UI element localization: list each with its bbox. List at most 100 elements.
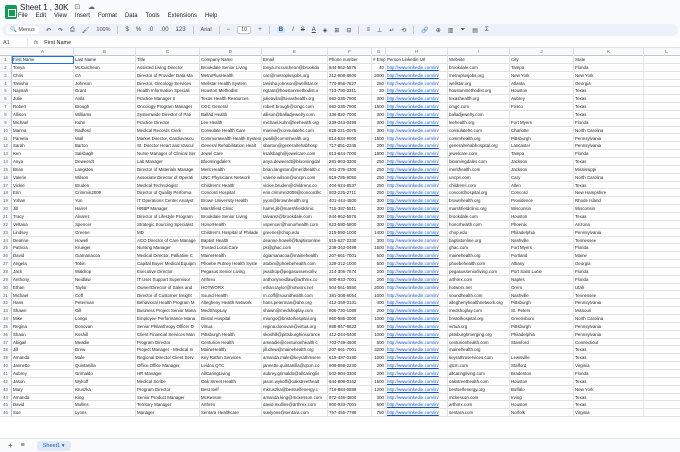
table-cell[interactable]: Director of Quality Performa: [136, 189, 200, 198]
table-cell[interactable]: Nursing Manager: [136, 244, 200, 253]
all-sheets-icon[interactable]: ≡: [21, 442, 25, 449]
row-header[interactable]: 32: [0, 299, 12, 308]
table-cell[interactable]: [644, 401, 680, 410]
table-cell[interactable]: [644, 182, 680, 190]
table-cell[interactable]: Wykoff: [74, 377, 136, 386]
table-cell[interactable]: Baptist Health: [200, 236, 262, 245]
table-cell[interactable]: http://www.linkedin.com/in/: [386, 63, 448, 72]
percent-format-button[interactable]: %: [136, 27, 141, 33]
table-cell[interactable]: http://www.linkedin.com/in/: [386, 158, 448, 166]
table-cell[interactable]: wellstar.org: [448, 79, 510, 88]
table-cell[interactable]: MaineHealth: [200, 252, 262, 261]
table-cell[interactable]: valerie.wilson@uncpn.com: [262, 173, 328, 182]
table-cell[interactable]: Virginia: [574, 362, 644, 370]
table-cell[interactable]: 715-387-5511: [328, 205, 372, 213]
table-cell[interactable]: MaineHealth: [200, 346, 262, 355]
spreadsheet-grid[interactable]: A B C D E F G H I J K L 1 First Name Last Name Title Com…: [0, 48, 680, 438]
table-cell[interactable]: jwaldrop@pegasusseniorliv: [262, 267, 328, 276]
table-cell[interactable]: 381-308-8054: [328, 291, 372, 300]
formula-input[interactable]: First Name: [44, 40, 71, 46]
table-cell[interactable]: Chris: [12, 71, 74, 80]
table-cell[interactable]: Fort Myers: [510, 118, 574, 127]
table-cell[interactable]: 200: [372, 362, 386, 370]
table-cell[interactable]: 300: [372, 393, 386, 402]
table-cell[interactable]: Office Office Manager: [136, 362, 200, 370]
table-cell[interactable]: Atlanta: [510, 79, 574, 88]
table-cell[interactable]: Philadelphia: [510, 228, 574, 237]
table-cell[interactable]: http://www.linkedin.com/in/: [386, 142, 448, 151]
header-cell[interactable]: [644, 56, 680, 64]
table-cell[interactable]: julieavila@texashealth.org: [262, 95, 328, 104]
row-header[interactable]: 14: [0, 158, 12, 166]
table-cell[interactable]: [644, 394, 680, 402]
table-cell[interactable]: Buffalo: [510, 385, 574, 394]
table-cell[interactable]: 215-590-1000: [328, 228, 372, 237]
table-cell[interactable]: Wilson: [74, 173, 136, 182]
table-cell[interactable]: http://www.linkedin.com/in/: [386, 197, 448, 206]
column-header-a[interactable]: A: [12, 48, 74, 56]
table-cell[interactable]: Pennsylvania: [574, 228, 644, 237]
table-cell[interactable]: Tonya: [12, 63, 74, 72]
row-header[interactable]: 40: [0, 362, 12, 370]
table-cell[interactable]: Patricia: [12, 244, 74, 253]
table-cell[interactable]: medshoplay.com: [448, 307, 510, 316]
table-cell[interactable]: Amanda: [12, 393, 74, 402]
table-cell[interactable]: Ballad Health: [200, 110, 262, 119]
table-cell[interactable]: Krueger: [74, 244, 136, 253]
table-cell[interactable]: http://www.linkedin.com/in/: [386, 409, 448, 418]
table-cell[interactable]: Nashville: [510, 291, 574, 300]
table-cell[interactable]: Brough: [74, 103, 136, 111]
table-cell[interactable]: Meadie: [74, 338, 136, 347]
sheet-tab-sheet1[interactable]: Sheet1 ▾: [36, 440, 71, 451]
table-cell[interactable]: Shaun: [12, 330, 74, 339]
table-cell[interactable]: Florida: [574, 244, 644, 253]
table-cell[interactable]: [644, 260, 680, 268]
table-cell[interactable]: http://www.linkedin.com/in/: [386, 354, 448, 363]
table-cell[interactable]: Merit Health: [200, 165, 262, 174]
table-cell[interactable]: Lewisville: [510, 354, 574, 363]
table-cell[interactable]: Philadelphia: [510, 330, 574, 339]
table-cell[interactable]: Manager: [136, 409, 200, 418]
table-cell[interactable]: brownhealth.org: [448, 197, 510, 206]
table-cell[interactable]: Arizona: [574, 220, 644, 229]
table-cell[interactable]: [644, 229, 680, 237]
table-cell[interactable]: Mullins: [74, 401, 136, 410]
table-cell[interactable]: 1800: [372, 150, 386, 159]
table-cell[interactable]: Kuhn: [74, 118, 136, 127]
menu-search-input[interactable]: 🔍 Menus: [6, 26, 39, 34]
table-cell[interactable]: King: [74, 393, 136, 402]
table-cell[interactable]: http://www.linkedin.com/in/: [386, 181, 448, 190]
table-cell[interactable]: Norfolk: [510, 409, 574, 418]
table-cell[interactable]: Greene: [74, 228, 136, 237]
column-header-e[interactable]: E: [262, 48, 328, 56]
table-cell[interactable]: Tanisha: [12, 79, 74, 88]
table-cell[interactable]: Gill: [74, 307, 136, 316]
table-cell[interactable]: Virtua: [200, 322, 262, 331]
table-cell[interactable]: Director of Provider Data Ma: [136, 71, 200, 80]
table-cell[interactable]: pegasusseniorliving.com: [448, 267, 510, 276]
table-cell[interactable]: jewelcare.com: [448, 150, 510, 159]
table-cell[interactable]: Jill: [12, 205, 74, 213]
table-cell[interactable]: David: [12, 252, 74, 261]
column-header-c[interactable]: C: [136, 48, 200, 56]
table-cell[interactable]: Shawn: [12, 307, 74, 316]
merge-cells-icon[interactable]: ⊟: [346, 27, 351, 34]
row-header[interactable]: 12: [0, 142, 12, 151]
table-cell[interactable]: Jackson: [510, 165, 574, 174]
table-cell[interactable]: bestselfenergy.org: [448, 385, 510, 394]
print-icon[interactable]: ⎙: [70, 27, 75, 34]
table-cell[interactable]: Michael: [12, 118, 74, 127]
table-cell[interactable]: Grant: [74, 87, 136, 96]
table-cell[interactable]: Port Saint Lucie: [510, 267, 574, 276]
table-cell[interactable]: New York: [574, 385, 644, 394]
row-header[interactable]: 42: [0, 377, 12, 386]
table-cell[interactable]: Capital Buyer Medical Equipm: [136, 260, 200, 268]
menu-format[interactable]: Format: [98, 13, 117, 19]
table-cell[interactable]: 20: [372, 87, 386, 96]
table-cell[interactable]: david.mullins@arthrex.com: [262, 401, 328, 410]
table-cell[interactable]: brookdale.com: [448, 213, 510, 221]
table-cell[interactable]: Howell: [74, 236, 136, 245]
header-cell[interactable]: Company Name: [200, 56, 262, 64]
table-cell[interactable]: 1500: [372, 103, 386, 111]
table-cell[interactable]: Drew: [74, 346, 136, 355]
